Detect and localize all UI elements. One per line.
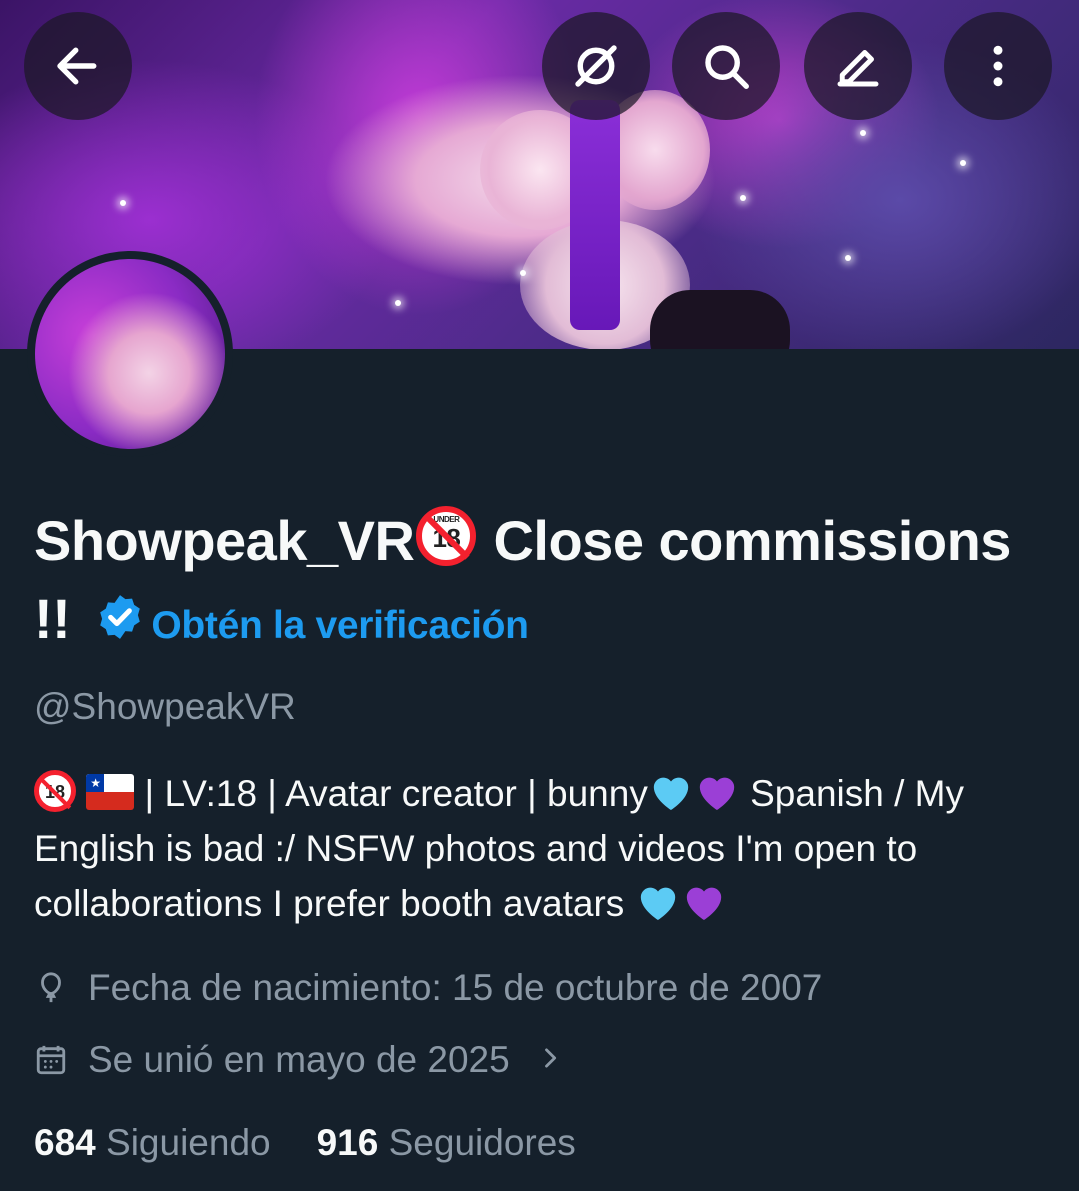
verified-badge-icon[interactable] <box>95 592 145 642</box>
followers-link[interactable]: 916 Seguidores <box>317 1122 576 1163</box>
birthdate-row: Fecha de nacimiento: 15 de octubre de 20… <box>34 967 822 1009</box>
banner-art-shape <box>650 290 790 349</box>
followers-count: 916 <box>316 1122 379 1163</box>
chile-flag-icon: ★ <box>86 774 135 810</box>
grok-slash-icon <box>575 45 617 87</box>
followers-label: Seguidores <box>388 1122 576 1163</box>
profile-bio: 18 ★ | LV:18 | Avatar creator | bunny Sp… <box>34 766 1044 931</box>
back-button[interactable] <box>24 12 132 120</box>
light-blue-heart-icon <box>653 777 689 811</box>
banner-sparkle <box>520 270 526 276</box>
bio-text: | LV:18 | Avatar creator | bunny <box>134 773 648 814</box>
under-18-badge-icon: UNDER18 <box>416 506 477 566</box>
avatar-image <box>35 259 225 449</box>
user-handle: @ShowpeakVR <box>34 686 296 727</box>
banner-sparkle <box>120 200 126 206</box>
balloon-icon <box>41 972 61 1003</box>
banner-sparkle <box>860 130 866 136</box>
following-label: Siguiendo <box>106 1122 271 1163</box>
display-name: Showpeak_VRUNDER18 Close commissions !! … <box>34 502 1044 665</box>
edit-pencil-icon <box>837 50 879 87</box>
joined-row[interactable]: Se unió en mayo de 2025 <box>34 1039 564 1081</box>
banner-sparkle <box>960 160 966 166</box>
joined-text: Se unió en mayo de 2025 <box>88 1039 510 1080</box>
light-blue-heart-icon <box>640 887 675 921</box>
search-icon <box>705 45 749 89</box>
arrow-left-icon <box>57 47 97 85</box>
search-button[interactable] <box>672 12 780 120</box>
following-count: 684 <box>34 1122 96 1163</box>
following-link[interactable]: 684 Siguiendo <box>34 1122 271 1163</box>
get-verified-link[interactable]: Obtén la verificación <box>151 604 529 647</box>
birthdate-text: Fecha de nacimiento: 15 de octubre de 20… <box>88 967 823 1008</box>
calendar-icon <box>36 1045 66 1075</box>
banner-art-shape <box>570 100 620 330</box>
display-name-text: Showpeak_VR <box>34 509 415 572</box>
purple-heart-icon <box>686 887 721 921</box>
banner-sparkle <box>740 195 746 201</box>
profile-avatar[interactable] <box>27 251 233 457</box>
more-vertical-icon <box>993 45 1003 87</box>
banner-sparkle <box>845 255 851 261</box>
edit-button[interactable] <box>804 12 912 120</box>
more-options-button[interactable] <box>944 12 1052 120</box>
follow-stats: 684 Siguiendo 916 Seguidores <box>34 1122 576 1164</box>
chevron-right-icon[interactable] <box>536 1039 564 1081</box>
banner-sparkle <box>395 300 401 306</box>
purple-heart-icon <box>699 777 735 811</box>
under-18-badge-icon: 18 <box>34 770 76 812</box>
grok-button[interactable] <box>542 12 650 120</box>
